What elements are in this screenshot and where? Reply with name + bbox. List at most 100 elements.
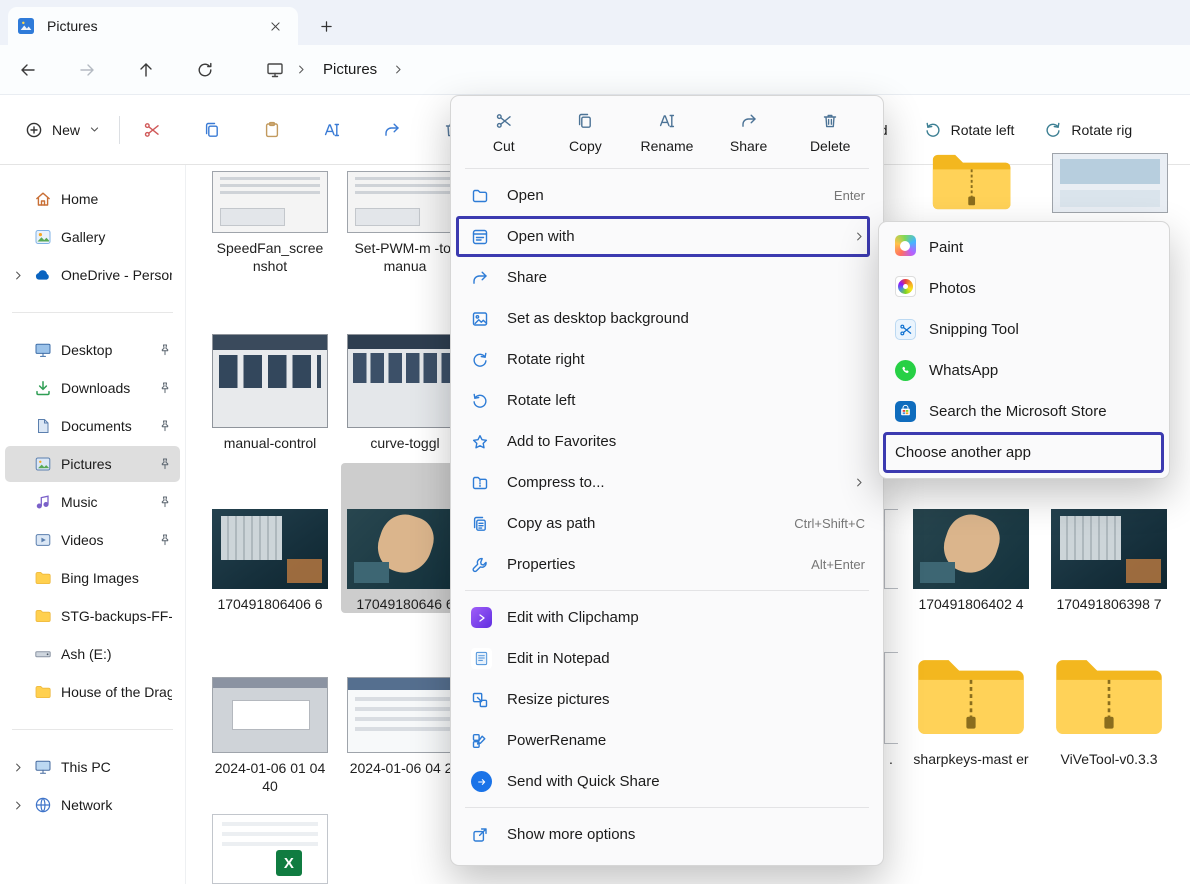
context-menu-item-send-with-quick-share[interactable]: Send with Quick Share bbox=[455, 761, 879, 802]
open-with-item-photos[interactable]: Photos bbox=[883, 268, 1165, 309]
quick-action-share[interactable]: Share bbox=[710, 103, 788, 163]
menu-separator bbox=[465, 168, 869, 169]
context-menu-item-open[interactable]: OpenEnter bbox=[455, 175, 879, 216]
context-menu-item-rotate-right[interactable]: Rotate right bbox=[455, 339, 879, 380]
new-button[interactable]: New bbox=[14, 113, 111, 147]
open-with-submenu: PaintPhotosSnipping ToolWhatsApp Search t… bbox=[878, 221, 1170, 479]
file-item[interactable] bbox=[912, 150, 1032, 214]
sidebar-item-label: Bing Images bbox=[61, 570, 172, 586]
file-2024-01-06-01-04-40[interactable]: 2024-01-06 01 04 40 bbox=[206, 677, 334, 795]
network-icon bbox=[34, 796, 53, 814]
open-with-item-label: Search the Microsoft Store bbox=[929, 403, 1107, 420]
sidebar-item-gallery[interactable]: Gallery bbox=[5, 219, 180, 255]
context-menu-item-resize-pictures[interactable]: Resize pictures bbox=[455, 679, 879, 720]
sidebar-item-videos[interactable]: Videos bbox=[5, 522, 180, 558]
open-with-item-label: Choose another app bbox=[895, 444, 1031, 461]
file-item[interactable] bbox=[206, 814, 334, 884]
tab-close-icon[interactable] bbox=[262, 13, 288, 39]
explorer-tab[interactable]: Pictures bbox=[8, 7, 298, 45]
file-item[interactable] bbox=[1048, 153, 1172, 213]
open-with-item-whatsapp[interactable]: WhatsApp bbox=[883, 350, 1165, 391]
sidebar-item-this-pc[interactable]: This PC bbox=[5, 749, 180, 785]
context-menu-item-show-more-options[interactable]: Show more options bbox=[455, 814, 879, 855]
sidebar-separator bbox=[12, 729, 173, 730]
up-button[interactable] bbox=[126, 51, 166, 89]
context-menu-item-rotate-left[interactable]: Rotate left bbox=[455, 380, 879, 421]
share-button[interactable] bbox=[370, 109, 414, 151]
pin-icon bbox=[158, 419, 172, 433]
open-with-item-choose-another-app[interactable]: Choose another app bbox=[883, 432, 1165, 473]
menu-item-label: Resize pictures bbox=[507, 691, 865, 708]
rotate-left-button[interactable]: Rotate left bbox=[914, 113, 1025, 147]
context-menu-item-share[interactable]: Share bbox=[455, 257, 879, 298]
file-thumbnail bbox=[884, 509, 898, 589]
sidebar-item-house-of-the-drag[interactable]: House of the Drag bbox=[5, 674, 180, 710]
file-speedfan-scree-nshot[interactable]: SpeedFan_scree nshot bbox=[206, 171, 334, 275]
menu-item-label: Rotate right bbox=[507, 351, 865, 368]
paste-button[interactable] bbox=[250, 109, 294, 151]
sidebar-item-label: OneDrive - Person bbox=[61, 267, 172, 283]
file-170491806406-6[interactable]: 170491806406 6 bbox=[206, 509, 334, 613]
context-menu-item-copy-as-path[interactable]: Copy as pathCtrl+Shift+C bbox=[455, 503, 879, 544]
file-170491806398-7[interactable]: 170491806398 7 bbox=[1046, 509, 1172, 613]
this-pc-icon[interactable] bbox=[266, 61, 284, 79]
open-with-item-search-the-microsoft-store[interactable]: Search the Microsoft Store bbox=[883, 391, 1165, 432]
quick-action-delete[interactable]: Delete bbox=[791, 103, 869, 163]
file-170491806402-4[interactable]: 170491806402 4 bbox=[908, 509, 1034, 613]
file-thumbnail bbox=[347, 334, 463, 428]
back-button[interactable] bbox=[8, 51, 48, 89]
context-menu-item-set-as-desktop-background[interactable]: Set as desktop background bbox=[455, 298, 879, 339]
open-with-item-paint[interactable]: Paint bbox=[883, 227, 1165, 268]
file-vivetool-v0-3-3[interactable]: ViVeTool-v0.3.3 bbox=[1046, 650, 1172, 768]
rename-button[interactable] bbox=[310, 109, 354, 151]
sidebar-item-downloads[interactable]: Downloads bbox=[5, 370, 180, 406]
context-menu-item-open-with[interactable]: Open with bbox=[455, 216, 879, 257]
menu-item-label: Add to Favorites bbox=[507, 433, 865, 450]
open-with-item-snipping-tool[interactable]: Snipping Tool bbox=[883, 309, 1165, 350]
file-manual-control[interactable]: manual-control bbox=[206, 334, 334, 452]
chevron-right-icon[interactable] bbox=[393, 64, 404, 75]
quick-action-label: Copy bbox=[569, 138, 602, 154]
sidebar-item-onedrive-person[interactable]: OneDrive - Person bbox=[5, 257, 180, 293]
rotate-right-button[interactable]: Rotate rig bbox=[1034, 113, 1142, 147]
sidebar-item-documents[interactable]: Documents bbox=[5, 408, 180, 444]
file-thumbnail bbox=[1051, 650, 1167, 744]
sidebar-item-ash-e[interactable]: Ash (E:) bbox=[5, 636, 180, 672]
context-menu-item-compress-to[interactable]: Compress to... bbox=[455, 462, 879, 503]
new-tab-button[interactable] bbox=[312, 13, 340, 39]
expand-chevron-icon[interactable] bbox=[11, 762, 26, 773]
expand-chevron-icon[interactable] bbox=[11, 800, 26, 811]
file-item[interactable] bbox=[884, 509, 898, 589]
sidebar-item-bing-images[interactable]: Bing Images bbox=[5, 560, 180, 596]
sidebar-item-desktop[interactable]: Desktop bbox=[5, 332, 180, 368]
context-menu-item-powerrename[interactable]: PowerRename bbox=[455, 720, 879, 761]
forward-button[interactable] bbox=[67, 51, 107, 89]
quick-action-copy[interactable]: Copy bbox=[547, 103, 625, 163]
chevron-right-icon[interactable] bbox=[296, 64, 307, 75]
context-menu-item-properties[interactable]: PropertiesAlt+Enter bbox=[455, 544, 879, 585]
sidebar-item-music[interactable]: Music bbox=[5, 484, 180, 520]
sidebar-item-pictures[interactable]: Pictures bbox=[5, 446, 180, 482]
file-thumbnail bbox=[212, 509, 328, 589]
expand-chevron-icon[interactable] bbox=[11, 270, 26, 281]
file-thumbnail bbox=[347, 171, 463, 233]
refresh-button[interactable] bbox=[185, 51, 225, 89]
videos-icon bbox=[34, 531, 53, 549]
sidebar-item-home[interactable]: Home bbox=[5, 181, 180, 217]
quick-action-cut[interactable]: Cut bbox=[465, 103, 543, 163]
sidebar-item-label: Desktop bbox=[61, 342, 150, 358]
sidebar-item-network[interactable]: Network bbox=[5, 787, 180, 823]
sidebar-separator bbox=[12, 312, 173, 313]
file-item[interactable]: . bbox=[884, 652, 898, 768]
cut-button[interactable] bbox=[130, 109, 174, 151]
file-sharpkeys-mast-er[interactable]: sharpkeys-mast er bbox=[908, 650, 1034, 768]
breadcrumb-location[interactable]: Pictures bbox=[319, 59, 381, 80]
quick-action-rename[interactable]: Rename bbox=[628, 103, 706, 163]
context-menu-item-edit-with-clipchamp[interactable]: Edit with Clipchamp bbox=[455, 597, 879, 638]
copy-button[interactable] bbox=[190, 109, 234, 151]
context-menu-item-add-to-favorites[interactable]: Add to Favorites bbox=[455, 421, 879, 462]
context-menu-item-edit-in-notepad[interactable]: Edit in Notepad bbox=[455, 638, 879, 679]
snipping-app-icon bbox=[895, 319, 916, 340]
sidebar-item-stg-backups-ff-1[interactable]: STG-backups-FF-1 bbox=[5, 598, 180, 634]
home-icon bbox=[34, 190, 53, 208]
